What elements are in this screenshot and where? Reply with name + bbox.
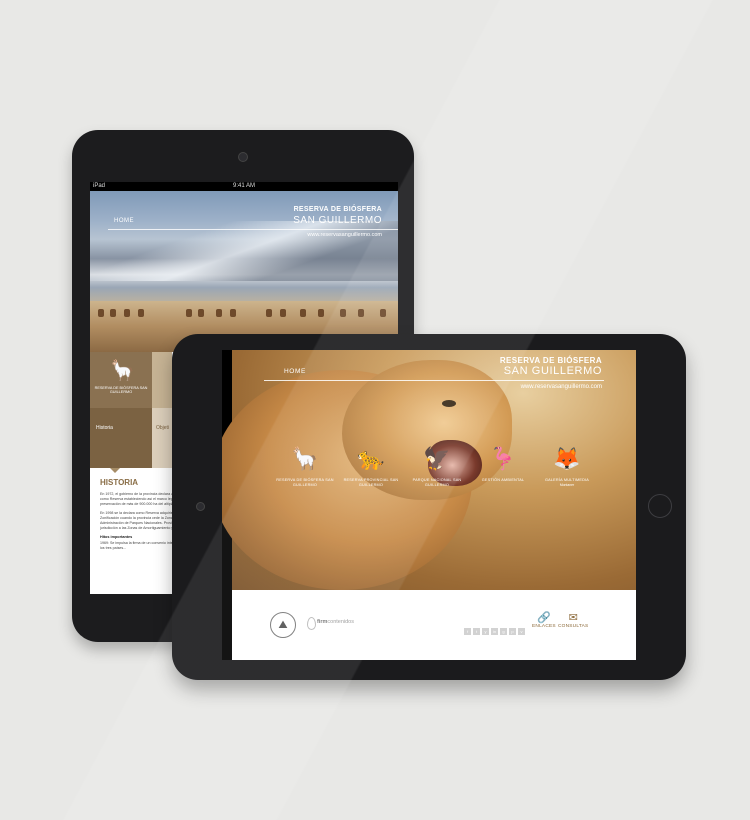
brand-line1[interactable]: RESERVA DE BIÓSFERA <box>294 206 382 213</box>
camera-icon <box>196 502 205 511</box>
status-time: 9:41 AM <box>232 183 255 189</box>
site-url[interactable]: www.reservasanguillermo.com <box>521 384 602 390</box>
social-icons: f t y in g p v <box>464 620 527 638</box>
section-link-parque-nacional[interactable]: 🦅 PARQUE NACIONAL SAN GUILLERMO <box>402 446 472 488</box>
footer: ⛰ firmcontenidos f t y in g p v 🔗 ENLACES ✉ CO… <box>232 590 636 660</box>
vicuna-icon: 🦙 <box>291 446 319 471</box>
nav-divider <box>108 229 398 230</box>
section-link-galeria-multimedia[interactable]: 🦊 GALERÍA MULTIMEDIA Montaner <box>532 446 602 487</box>
youtube-icon[interactable]: y <box>482 628 489 635</box>
section-link-gestion-ambiental[interactable]: 🦩 GESTIÓN AMBIENTAL <box>468 446 538 483</box>
condor-icon: 🦅 <box>423 446 451 471</box>
tile-reserva-biosfera[interactable]: 🦙 RESERVA DE BIÓSFERA SAN GUILLERMO <box>90 352 152 408</box>
consultas-link[interactable]: ✉ CONSULTAS <box>558 612 588 629</box>
googleplus-icon[interactable]: g <box>500 628 507 635</box>
province-seal-logo: ⛰ <box>270 612 296 638</box>
nav-home-link[interactable]: HOME <box>114 218 134 224</box>
fox-icon: 🦊 <box>553 446 581 471</box>
brand-line2[interactable]: SAN GUILLERMO <box>504 365 602 377</box>
brand-line1[interactable]: RESERVA DE BIÓSFERA <box>500 356 602 365</box>
section-link-reserva-provincial[interactable]: 🐆 RESERVA PROVINCIAL SAN GUILLERMO <box>336 446 406 488</box>
link-chain-icon: 🔗 <box>537 612 551 624</box>
brand-line2[interactable]: SAN GUILLERMO <box>293 215 382 226</box>
enlaces-link[interactable]: 🔗 ENLACES <box>532 612 556 629</box>
twitter-icon[interactable]: t <box>473 628 480 635</box>
status-bar: iPad 9:41 AM <box>90 182 398 191</box>
tile-label: RESERVA DE BIÓSFERA SAN GUILLERMO <box>94 386 148 394</box>
vicuna-icon: 🦙 <box>110 360 135 382</box>
site-url[interactable]: www.reservasanguillermo.com <box>307 232 382 238</box>
linkedin-icon[interactable]: in <box>491 628 498 635</box>
nav-divider <box>264 380 604 381</box>
nav-home-link[interactable]: HOME <box>284 368 306 375</box>
vimeo-icon[interactable]: v <box>518 628 525 635</box>
firm-logo-icon <box>307 617 316 630</box>
tab-historia[interactable]: Historia <box>90 408 152 468</box>
camera-icon <box>238 152 248 162</box>
landscape-screen: iPad HOME RESERVA DE BIÓSFERA SAN GUILLE… <box>222 350 636 660</box>
facebook-icon[interactable]: f <box>464 628 471 635</box>
pinterest-icon[interactable]: p <box>509 628 516 635</box>
tab-indicator <box>110 468 120 473</box>
envelope-icon: ✉ <box>568 612 578 624</box>
tab-objetivos[interactable]: Objeti <box>152 408 172 468</box>
puma-icon: 🐆 <box>357 446 385 471</box>
tile-partial[interactable] <box>152 352 172 408</box>
hero-image: HOME RESERVA DE BIÓSFERA SAN GUILLERMO w… <box>90 191 398 352</box>
firm-credit[interactable]: firmcontenidos <box>317 619 354 625</box>
rhea-icon: 🦩 <box>489 446 517 471</box>
home-button[interactable] <box>648 494 672 518</box>
ipad-landscape-device: iPad HOME RESERVA DE BIÓSFERA SAN GUILLE… <box>172 334 686 680</box>
section-link-reserva-biosfera[interactable]: 🦙 RESERVA DE BIÓSFERA SAN GUILLERMO <box>270 446 340 488</box>
vicuna-herd <box>90 309 398 323</box>
